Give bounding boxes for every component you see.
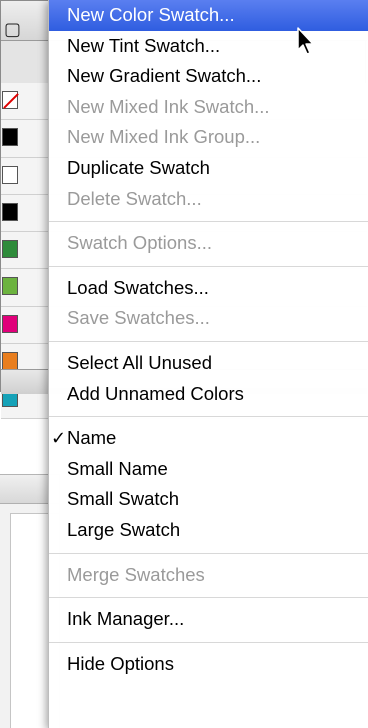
swatches-panel-menu: New Color Swatch... New Tint Swatch... New… (48, 0, 368, 728)
menu-item-select-all-unused[interactable]: Select All Unused (49, 348, 368, 379)
swatch-none-chip (2, 91, 18, 109)
menu-item-label: Save Swatches... (67, 307, 210, 329)
menu-item-label: Add Unnamed Colors (67, 382, 244, 404)
swatch-color-chip (2, 128, 18, 147)
swatch-color-chip (2, 352, 18, 371)
menu-item-new-mixed-ink-group: New Mixed Ink Group... (49, 122, 368, 153)
menu-item-label: New Mixed Ink Group... (67, 126, 261, 148)
menu-item-small-name[interactable]: Small Name (49, 454, 368, 485)
swatch-color-chip (2, 202, 18, 221)
menu-item-label: New Mixed Ink Swatch... (67, 95, 270, 117)
menu-separator (49, 334, 368, 348)
menu-item-label: Select All Unused (67, 351, 213, 373)
menu-separator (49, 635, 368, 649)
menu-item-delete-swatch: Delete Swatch... (49, 184, 368, 215)
menu-separator (49, 259, 368, 273)
menu-separator (49, 546, 368, 560)
swatch-color-chip (2, 240, 18, 259)
menu-separator (49, 409, 368, 423)
menu-item-new-tint-swatch[interactable]: New Tint Swatch... (49, 31, 368, 62)
menu-item-merge-swatches: Merge Swatches (49, 560, 368, 591)
menu-item-new-mixed-ink-swatch: New Mixed Ink Swatch... (49, 92, 368, 123)
menu-item-label: Swatch Options... (67, 232, 212, 254)
menu-item-label: Duplicate Swatch (67, 156, 210, 178)
menu-item-small-swatch[interactable]: Small Swatch (49, 484, 368, 515)
panel-control-icon: ▢ (4, 19, 22, 39)
menu-item-save-swatches: Save Swatches... (49, 303, 368, 334)
menu-item-label: Merge Swatches (67, 563, 205, 585)
menu-item-label: New Gradient Swatch... (67, 65, 262, 87)
menu-item-label: New Tint Swatch... (67, 34, 221, 56)
menu-item-duplicate-swatch[interactable]: Duplicate Swatch (49, 153, 368, 184)
swatch-color-chip (2, 314, 18, 333)
menu-item-label: Ink Manager... (67, 608, 185, 630)
menu-item-name[interactable]: ✓ Name (49, 423, 368, 454)
swatch-color-chip (2, 277, 18, 296)
mouse-pointer-icon (297, 27, 314, 55)
menu-item-label: Load Swatches... (67, 276, 209, 298)
menu-item-label: Hide Options (67, 652, 174, 674)
menu-item-hide-options[interactable]: Hide Options (49, 649, 368, 680)
menu-item-ink-manager[interactable]: Ink Manager... (49, 604, 368, 635)
checkmark-icon: ✓ (51, 428, 67, 449)
menu-item-label: New Color Swatch... (67, 4, 235, 25)
menu-item-label: Small Name (67, 457, 168, 479)
menu-item-load-swatches[interactable]: Load Swatches... (49, 273, 368, 304)
menu-item-label: Delete Swatch... (67, 187, 202, 209)
menu-item-label: Name (67, 427, 117, 449)
menu-item-add-unnamed-colors[interactable]: Add Unnamed Colors (49, 379, 368, 410)
menu-separator (49, 590, 368, 604)
menu-item-new-gradient-swatch[interactable]: New Gradient Swatch... (49, 61, 368, 92)
swatch-color-chip (2, 165, 18, 184)
menu-item-large-swatch[interactable]: Large Swatch (49, 515, 368, 546)
menu-item-swatch-options: Swatch Options... (49, 228, 368, 259)
menu-item-new-color-swatch[interactable]: New Color Swatch... (49, 0, 368, 31)
menu-separator (49, 214, 368, 228)
menu-item-label: Small Swatch (67, 488, 180, 510)
menu-item-label: Large Swatch (67, 518, 181, 540)
